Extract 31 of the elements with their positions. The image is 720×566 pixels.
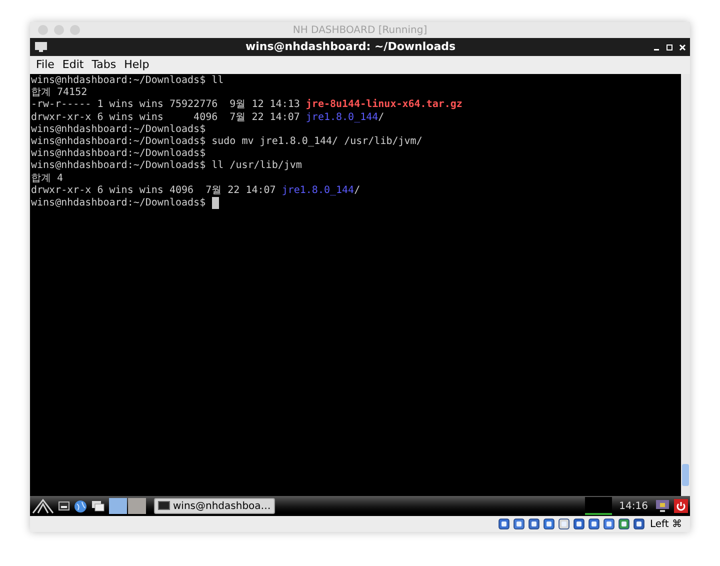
status-indicator-icon[interactable] [558, 518, 570, 530]
globe-icon[interactable] [74, 500, 87, 512]
scrollbar[interactable] [681, 74, 690, 496]
menu-item[interactable]: Edit [62, 56, 84, 74]
status-indicator-icon[interactable] [603, 518, 615, 530]
menu-icon[interactable] [32, 498, 54, 514]
maximize-icon[interactable] [666, 44, 673, 50]
status-indicator-icon[interactable] [573, 518, 585, 530]
task-button[interactable]: wins@nhdashboa… [154, 498, 275, 514]
menu-item[interactable]: Help [124, 56, 150, 74]
text-cursor [212, 196, 219, 209]
terminal-icon [158, 501, 170, 511]
power-icon[interactable] [674, 499, 688, 513]
host-window-title: NH DASHBOARD [Running] [292, 24, 428, 38]
menu-item[interactable]: Tabs [92, 56, 116, 74]
menu-item[interactable]: File [36, 56, 54, 74]
status-indicator-icon[interactable] [498, 518, 510, 530]
windows-icon[interactable] [91, 500, 105, 512]
close-icon[interactable] [679, 44, 686, 50]
status-indicator-icon[interactable] [528, 518, 540, 530]
status-indicator-icon[interactable] [513, 518, 525, 530]
terminal-icon[interactable] [58, 500, 70, 512]
monitor-icon[interactable] [34, 41, 48, 53]
window-title: wins@nhdashboard: ~/Downloads [244, 38, 457, 55]
status-indicator-icon[interactable] [618, 518, 630, 530]
host-key-label: Left ⌘ [650, 518, 682, 532]
status-indicator-icon[interactable] [543, 518, 555, 530]
clock[interactable]: 14:16 [616, 498, 651, 514]
status-indicator-icon[interactable] [588, 518, 600, 530]
lock-screen-icon[interactable] [655, 499, 670, 513]
status-indicator-icon[interactable] [633, 518, 645, 530]
